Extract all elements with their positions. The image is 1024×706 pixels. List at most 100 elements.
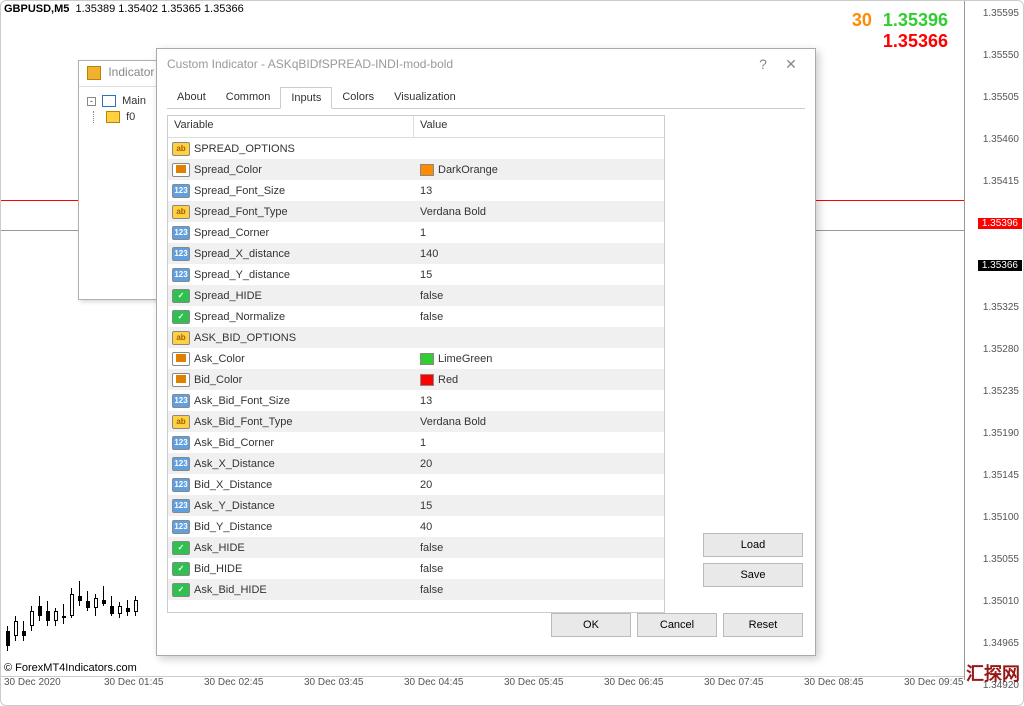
chart-icon [102,95,116,107]
load-button[interactable]: Load [703,533,803,557]
property-value[interactable]: 40 [414,521,664,533]
property-value[interactable]: Verdana Bold [414,206,664,218]
indicator-dialog[interactable]: Custom Indicator - ASKqBIDfSPREAD-INDI-m… [156,48,816,656]
property-value[interactable]: Verdana Bold [414,416,664,428]
property-value[interactable]: 20 [414,458,664,470]
ok-button[interactable]: OK [551,613,631,637]
property-row[interactable]: abAsk_Bid_Font_TypeVerdana Bold [168,411,664,432]
indicator-icon [87,66,101,80]
property-row[interactable]: 123 Ask_Bid_Font_Size 13 [168,390,664,411]
property-row[interactable]: 123Bid_X_Distance20 [168,474,664,495]
property-name: Bid_HIDE [194,563,242,575]
property-row[interactable]: 123Ask_Y_Distance15 [168,495,664,516]
tab-colors[interactable]: Colors [332,87,384,108]
property-value[interactable]: false [414,584,664,596]
property-value[interactable]: false [414,311,664,323]
chart-symbol-header: GBPUSD,M5 1.35389 1.35402 1.35365 1.3536… [4,3,244,15]
property-row[interactable]: 123Spread_Font_Size13 [168,180,664,201]
property-row[interactable]: ✓Spread_Normalizefalse [168,306,664,327]
tab-visualization[interactable]: Visualization [384,87,466,108]
property-row[interactable]: abSpread_Font_TypeVerdana Bold [168,201,664,222]
tree-fn-label[interactable]: f0 [126,111,135,123]
int-type-icon: 123 [172,394,190,408]
collapse-icon[interactable]: - [87,97,96,106]
property-row[interactable]: Spread_Color DarkOrange [168,159,664,180]
tab-inputs[interactable]: Inputs [280,87,332,109]
color-swatch [420,164,434,176]
close-button[interactable]: ✕ [777,56,805,73]
price-tick: 1.35595 [983,8,1019,19]
property-value[interactable]: 15 [414,500,664,512]
property-name: Ask_X_Distance [194,458,275,470]
property-name: Spread_Color [194,164,262,176]
property-row[interactable]: 123Ask_Bid_Corner1 [168,432,664,453]
property-value[interactable]: false [414,290,664,302]
property-row[interactable]: 123Spread_Corner1 [168,222,664,243]
property-value[interactable]: 1 [414,227,664,239]
price-tick: 1.35190 [983,428,1019,439]
property-value[interactable]: false [414,542,664,554]
time-tick: 30 Dec 04:45 [404,677,464,688]
property-value[interactable]: 20 [414,479,664,491]
property-row[interactable]: ✓Ask_Bid_HIDEfalse [168,579,664,600]
color-type-icon [172,373,190,387]
reset-button[interactable]: Reset [723,613,803,637]
property-row[interactable]: 123Ask_X_Distance20 [168,453,664,474]
property-row[interactable]: 123Bid_Y_Distance40 [168,516,664,537]
time-tick: 30 Dec 03:45 [304,677,364,688]
property-row[interactable]: ✓Spread_HIDEfalse [168,285,664,306]
help-button[interactable]: ? [749,56,777,72]
tab-common[interactable]: Common [216,87,281,108]
property-value[interactable]: Red [414,374,664,386]
column-variable[interactable]: Variable [168,116,414,137]
property-name: Ask_Bid_Font_Size [194,395,290,407]
price-tick: 1.35055 [983,554,1019,565]
int-type-icon: 123 [172,226,190,240]
property-name: Bid_X_Distance [194,479,272,491]
price-tick: 1.35505 [983,92,1019,103]
property-value[interactable]: LimeGreen [414,353,664,365]
property-name: Spread_X_distance [194,248,290,260]
property-row[interactable]: Ask_ColorLimeGreen [168,348,664,369]
property-value[interactable]: 13 [414,395,664,407]
property-row[interactable]: ab ASK_BID_OPTIONS [168,327,664,348]
color-swatch [420,353,434,365]
function-icon [106,111,120,123]
property-name: Ask_Bid_Corner [194,437,274,449]
bool-type-icon: ✓ [172,541,190,555]
color-type-icon [172,163,190,177]
property-value[interactable]: 13 [414,185,664,197]
property-value[interactable]: DarkOrange [414,164,664,176]
property-row[interactable]: Bid_Color Red [168,369,664,390]
property-name: SPREAD_OPTIONS [194,143,295,155]
property-row[interactable]: 123Spread_X_distance140 [168,243,664,264]
cancel-button[interactable]: Cancel [637,613,717,637]
property-name: ASK_BID_OPTIONS [194,332,296,344]
properties-table[interactable]: Variable Value abSPREAD_OPTIONSSpread_Co… [167,115,665,613]
dialog-titlebar[interactable]: Custom Indicator - ASKqBIDfSPREAD-INDI-m… [157,49,815,79]
property-row[interactable]: ✓Ask_HIDEfalse [168,537,664,558]
property-row[interactable]: ✓ Bid_HIDE false [168,558,664,579]
tree-main-label[interactable]: Main [122,95,146,107]
bottom-buttons: OK Cancel Reset [551,613,803,643]
tab-about[interactable]: About [167,87,216,108]
time-tick: 30 Dec 2020 [4,677,61,688]
str-type-icon: ab [172,331,190,345]
time-tick: 30 Dec 01:45 [104,677,164,688]
property-value[interactable]: 15 [414,269,664,281]
column-value[interactable]: Value [414,116,664,137]
property-row[interactable]: abSPREAD_OPTIONS [168,138,664,159]
property-value[interactable]: false [414,563,664,575]
property-name: Bid_Color [194,374,242,386]
property-name: Spread_Y_distance [194,269,290,281]
price-tick: 1.35550 [983,50,1019,61]
save-button[interactable]: Save [703,563,803,587]
bool-type-icon: ✓ [172,562,190,576]
property-name: Bid_Y_Distance [194,521,272,533]
property-name: Spread_Font_Type [194,206,288,218]
price-tick: 1.35235 [983,386,1019,397]
property-row[interactable]: 123Spread_Y_distance15 [168,264,664,285]
property-value[interactable]: 1 [414,437,664,449]
symbol-label: GBPUSD,M5 [4,3,69,15]
property-value[interactable]: 140 [414,248,664,260]
